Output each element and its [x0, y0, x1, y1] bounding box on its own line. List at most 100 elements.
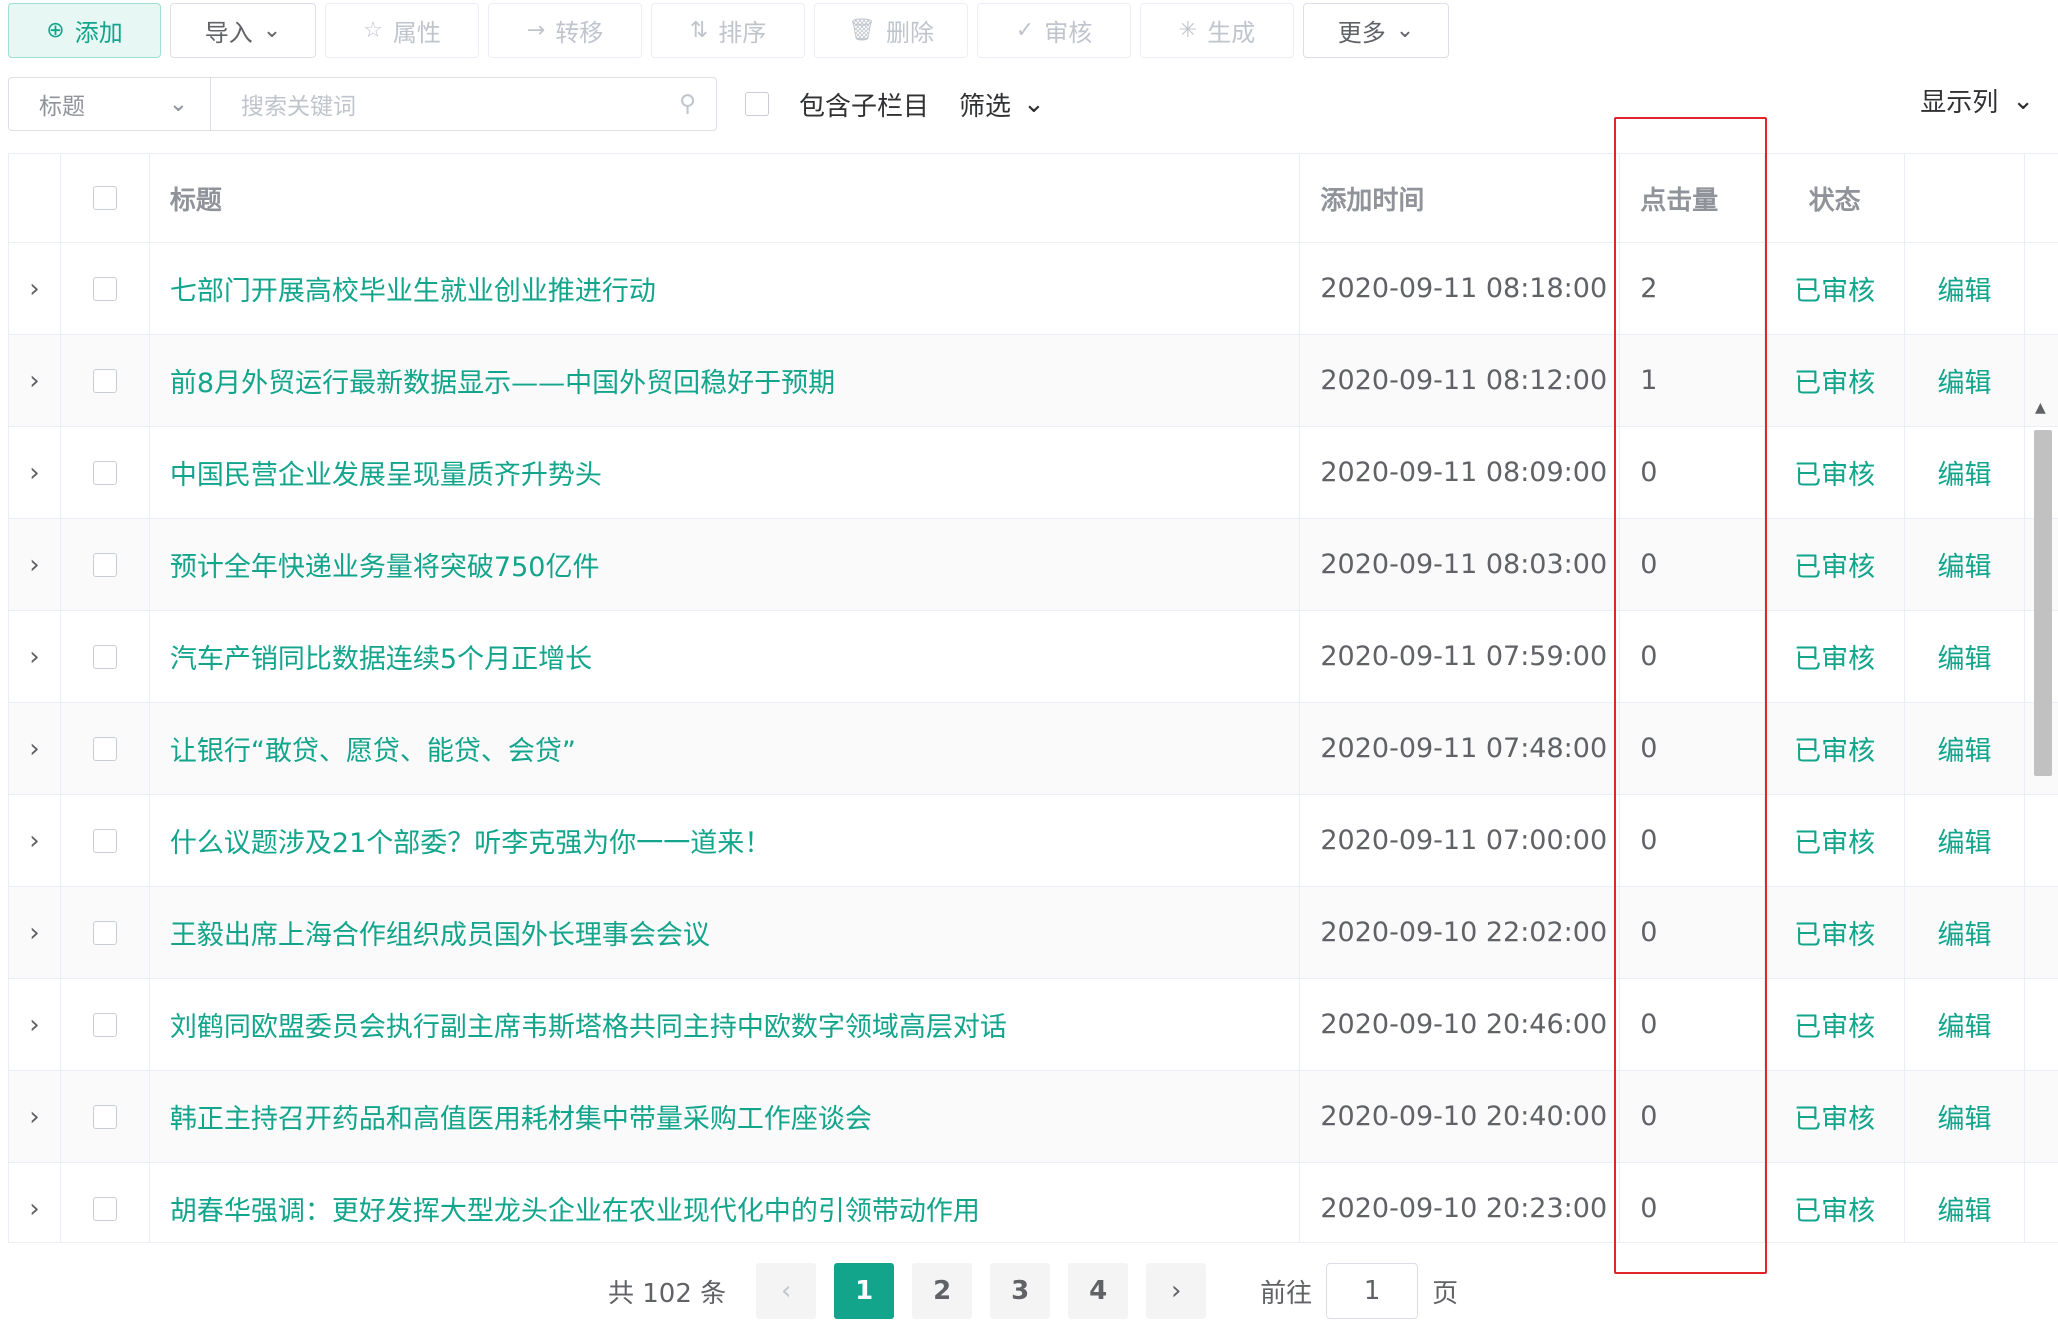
edit-link[interactable]: 编辑: [1938, 1097, 1992, 1136]
table-row[interactable]: › 胡春华强调：更好发挥大型龙头企业在农业现代化中的引领带动作用 2020-09…: [9, 1163, 2058, 1242]
row-checkbox[interactable]: [92, 644, 117, 669]
row-checkbox[interactable]: [92, 828, 117, 853]
header-title[interactable]: 标题: [150, 154, 1301, 242]
row-checkbox[interactable]: [92, 1012, 117, 1037]
more-button[interactable]: 更多 ⌄: [1303, 3, 1449, 58]
expand-toggle[interactable]: ›: [9, 1163, 61, 1242]
status-link[interactable]: 已审核: [1794, 913, 1875, 952]
article-title-link[interactable]: 前8月外贸运行最新数据显示——中国外贸回稳好于预期: [170, 361, 835, 400]
hits-cell: 0: [1620, 427, 1766, 518]
add-button[interactable]: ⊕ 添加: [8, 3, 161, 58]
row-checkbox[interactable]: [92, 1104, 117, 1129]
status-link[interactable]: 已审核: [1794, 269, 1875, 308]
filter-dropdown[interactable]: 筛选 ⌄: [959, 86, 1045, 123]
search-icon[interactable]: ⚲: [679, 91, 696, 117]
article-title-link[interactable]: 七部门开展高校毕业生就业创业推进行动: [170, 269, 656, 308]
page-button[interactable]: 2: [912, 1263, 973, 1319]
table-row[interactable]: › 七部门开展高校毕业生就业创业推进行动 2020-09-11 08:18:00…: [9, 243, 2058, 335]
search-field-select[interactable]: 标题 ⌄: [8, 77, 211, 131]
status-link[interactable]: 已审核: [1794, 361, 1875, 400]
row-checkbox[interactable]: [92, 920, 117, 945]
article-title-link[interactable]: 让银行“敢贷、愿贷、能贷、会贷”: [170, 729, 576, 768]
article-title-link[interactable]: 韩正主持召开药品和高值医用耗材集中带量采购工作座谈会: [170, 1097, 872, 1136]
expand-toggle[interactable]: ›: [9, 795, 61, 886]
row-checkbox[interactable]: [92, 276, 117, 301]
edit-link[interactable]: 编辑: [1938, 1005, 1992, 1044]
expand-toggle[interactable]: ›: [9, 887, 61, 978]
status-link[interactable]: 已审核: [1794, 453, 1875, 492]
row-checkbox[interactable]: [92, 368, 117, 393]
article-title-link[interactable]: 王毅出席上海合作组织成员国外长理事会会议: [170, 913, 710, 952]
include-subcategories[interactable]: 包含子栏目: [745, 86, 929, 123]
expand-toggle[interactable]: ›: [9, 979, 61, 1070]
table-row[interactable]: › 让银行“敢贷、愿贷、能贷、会贷” 2020-09-11 07:48:00 0…: [9, 703, 2058, 795]
page-button[interactable]: 3: [990, 1263, 1051, 1319]
attributes-button[interactable]: ☆ 属性: [325, 3, 479, 58]
article-title-link[interactable]: 胡春华强调：更好发挥大型龙头企业在农业现代化中的引领带动作用: [170, 1189, 980, 1228]
row-select: [61, 243, 150, 334]
display-columns-dropdown[interactable]: 显示列 ⌄: [1920, 82, 2034, 119]
edit-link[interactable]: 编辑: [1938, 545, 1992, 584]
status-link[interactable]: 已审核: [1794, 545, 1875, 584]
import-button[interactable]: 导入 ⌄: [170, 3, 316, 58]
header-hits[interactable]: 点击量: [1620, 154, 1766, 242]
delete-button[interactable]: 🗑 删除: [814, 3, 968, 58]
include-subcategories-checkbox[interactable]: [745, 92, 769, 116]
edit-link[interactable]: 编辑: [1938, 729, 1992, 768]
transfer-button[interactable]: → 转移: [488, 3, 642, 58]
table-row[interactable]: › 刘鹤同欧盟委员会执行副主席韦斯塔格共同主持中欧数字领域高层对话 2020-0…: [9, 979, 2058, 1071]
generate-button[interactable]: ✳ 生成: [1140, 3, 1294, 58]
edit-link[interactable]: 编辑: [1938, 269, 1992, 308]
status-link[interactable]: 已审核: [1794, 1189, 1875, 1228]
row-checkbox[interactable]: [92, 460, 117, 485]
scrollbar-thumb[interactable]: [2034, 430, 2052, 776]
status-link[interactable]: 已审核: [1794, 821, 1875, 860]
goto-page-input[interactable]: 1: [1326, 1263, 1419, 1319]
table-row[interactable]: › 王毅出席上海合作组织成员国外长理事会会议 2020-09-10 22:02:…: [9, 887, 2058, 979]
review-button[interactable]: ✓ 审核: [977, 3, 1131, 58]
article-title-link[interactable]: 中国民营企业发展呈现量质齐升势头: [170, 453, 602, 492]
table-row[interactable]: › 韩正主持召开药品和高值医用耗材集中带量采购工作座谈会 2020-09-10 …: [9, 1071, 2058, 1163]
edit-link[interactable]: 编辑: [1938, 913, 1992, 952]
article-title-link[interactable]: 刘鹤同欧盟委员会执行副主席韦斯塔格共同主持中欧数字领域高层对话: [170, 1005, 1007, 1044]
search-input[interactable]: 搜索关键词 ⚲: [211, 77, 717, 131]
expand-toggle[interactable]: ›: [9, 703, 61, 794]
article-title-link[interactable]: 预计全年快递业务量将突破750亿件: [170, 545, 600, 584]
edit-link[interactable]: 编辑: [1938, 821, 1992, 860]
select-all-checkbox[interactable]: [92, 186, 117, 210]
vertical-scrollbar[interactable]: ▲ ▼: [2029, 394, 2057, 1242]
row-checkbox[interactable]: [92, 552, 117, 577]
header-status[interactable]: 状态: [1765, 154, 1906, 242]
page-button[interactable]: 1: [834, 1263, 895, 1319]
status-link[interactable]: 已审核: [1794, 637, 1875, 676]
sort-button[interactable]: ⇅ 排序: [651, 3, 805, 58]
article-title-link[interactable]: 汽车产销同比数据连续5个月正增长: [170, 637, 592, 676]
expand-toggle[interactable]: ›: [9, 519, 61, 610]
expand-toggle[interactable]: ›: [9, 611, 61, 702]
table-row[interactable]: › 汽车产销同比数据连续5个月正增长 2020-09-11 07:59:00 0…: [9, 611, 2058, 703]
scroll-up-icon[interactable]: ▲: [2035, 400, 2046, 416]
status-link[interactable]: 已审核: [1794, 1005, 1875, 1044]
table-row[interactable]: › 中国民营企业发展呈现量质齐升势头 2020-09-11 08:09:00 0…: [9, 427, 2058, 519]
row-checkbox[interactable]: [92, 736, 117, 761]
edit-link[interactable]: 编辑: [1938, 1189, 1992, 1228]
expand-toggle[interactable]: ›: [9, 1071, 61, 1162]
edit-link[interactable]: 编辑: [1938, 637, 1992, 676]
status-link[interactable]: 已审核: [1794, 729, 1875, 768]
article-title-link[interactable]: 什么议题涉及21个部委？听李克强为你一一道来！: [170, 821, 771, 860]
table-row[interactable]: › 预计全年快递业务量将突破750亿件 2020-09-11 08:03:00 …: [9, 519, 2058, 611]
table-row[interactable]: › 什么议题涉及21个部委？听李克强为你一一道来！ 2020-09-11 07:…: [9, 795, 2058, 887]
status-link[interactable]: 已审核: [1794, 1097, 1875, 1136]
expand-toggle[interactable]: ›: [9, 427, 61, 518]
edit-link[interactable]: 编辑: [1938, 453, 1992, 492]
edit-link[interactable]: 编辑: [1938, 361, 1992, 400]
row-checkbox[interactable]: [92, 1196, 117, 1221]
status-cell: 已审核: [1765, 243, 1906, 334]
page-button[interactable]: 4: [1068, 1263, 1129, 1319]
next-page-button[interactable]: ›: [1146, 1263, 1207, 1319]
expand-toggle[interactable]: ›: [9, 243, 61, 334]
expand-toggle[interactable]: ›: [9, 335, 61, 426]
table-row[interactable]: › 前8月外贸运行最新数据显示——中国外贸回稳好于预期 2020-09-11 0…: [9, 335, 2058, 427]
header-added-time[interactable]: 添加时间: [1300, 154, 1621, 242]
prev-page-button[interactable]: ‹: [756, 1263, 817, 1319]
